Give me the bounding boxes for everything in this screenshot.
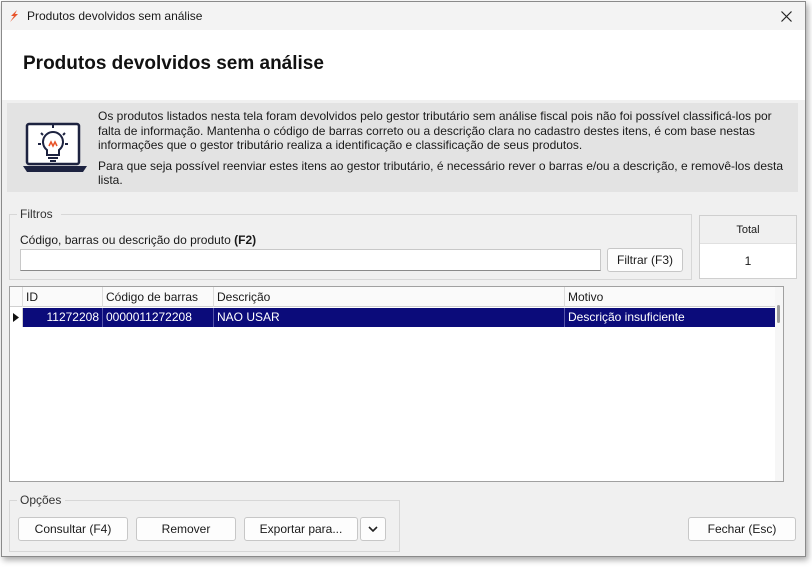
export-button[interactable]: Exportar para... bbox=[244, 517, 358, 541]
filter-button[interactable]: Filtrar (F3) bbox=[607, 248, 683, 272]
chevron-down-icon bbox=[368, 526, 378, 532]
title-bar[interactable]: Produtos devolvidos sem análise bbox=[2, 2, 805, 30]
products-table[interactable]: ID Código de barras Descrição Motivo 112… bbox=[9, 286, 784, 482]
filters-group-border bbox=[9, 214, 692, 215]
window-title: Produtos devolvidos sem análise bbox=[27, 9, 203, 23]
cell-description[interactable]: NAO USAR bbox=[214, 308, 565, 327]
info-banner: Os produtos listados nesta tela foram de… bbox=[7, 103, 798, 192]
filters-legend: Filtros bbox=[20, 207, 57, 221]
scrollbar-thumb[interactable] bbox=[777, 305, 780, 323]
cell-reason[interactable]: Descrição insuficiente bbox=[565, 308, 776, 327]
dialog-header: Produtos devolvidos sem análise bbox=[2, 30, 805, 100]
info-paragraph-2: Para que seja possível reenviar estes it… bbox=[98, 158, 784, 188]
filter-label: Código, barras ou descrição do produto (… bbox=[20, 233, 256, 247]
search-input[interactable] bbox=[20, 249, 601, 271]
table-header: ID Código de barras Descrição Motivo bbox=[10, 287, 776, 307]
filters-group: Filtros Código, barras ou descrição do p… bbox=[9, 207, 692, 280]
close-button[interactable]: Fechar (Esc) bbox=[688, 517, 796, 541]
cell-id[interactable]: 11272208 bbox=[23, 308, 103, 327]
options-legend: Opções bbox=[20, 493, 66, 507]
export-dropdown-button[interactable] bbox=[360, 517, 386, 541]
vertical-scrollbar[interactable] bbox=[775, 287, 783, 481]
app-logo-icon bbox=[10, 10, 18, 22]
row-indicator-header bbox=[10, 287, 23, 307]
info-paragraph-1: Os produtos listados nesta tela foram de… bbox=[98, 109, 772, 152]
dialog-window: Produtos devolvidos sem análise Produtos… bbox=[1, 1, 806, 557]
column-header-barcode[interactable]: Código de barras bbox=[103, 287, 214, 307]
column-header-id[interactable]: ID bbox=[23, 287, 103, 307]
cell-barcode[interactable]: 0000011272208 bbox=[103, 308, 214, 327]
column-header-reason[interactable]: Motivo bbox=[565, 287, 776, 307]
close-icon bbox=[780, 10, 792, 22]
remove-button[interactable]: Remover bbox=[136, 517, 236, 541]
lightbulb-laptop-icon bbox=[23, 122, 87, 172]
total-label: Total bbox=[700, 216, 796, 244]
options-group-border bbox=[9, 500, 400, 501]
filter-label-text: Código, barras ou descrição do produto bbox=[20, 233, 231, 247]
total-value: 1 bbox=[744, 254, 752, 268]
row-pointer-icon bbox=[10, 308, 23, 327]
total-box: Total 1 bbox=[699, 215, 797, 279]
consult-button[interactable]: Consultar (F4) bbox=[18, 517, 128, 541]
close-window-button[interactable] bbox=[769, 2, 803, 30]
filter-shortcut: (F2) bbox=[234, 233, 257, 247]
page-title: Produtos devolvidos sem análise bbox=[23, 53, 324, 74]
info-text: Os produtos listados nesta tela foram de… bbox=[98, 109, 788, 188]
table-row[interactable]: 11272208 0000011272208 NAO USAR Descriçã… bbox=[10, 308, 776, 327]
column-header-description[interactable]: Descrição bbox=[214, 287, 565, 307]
